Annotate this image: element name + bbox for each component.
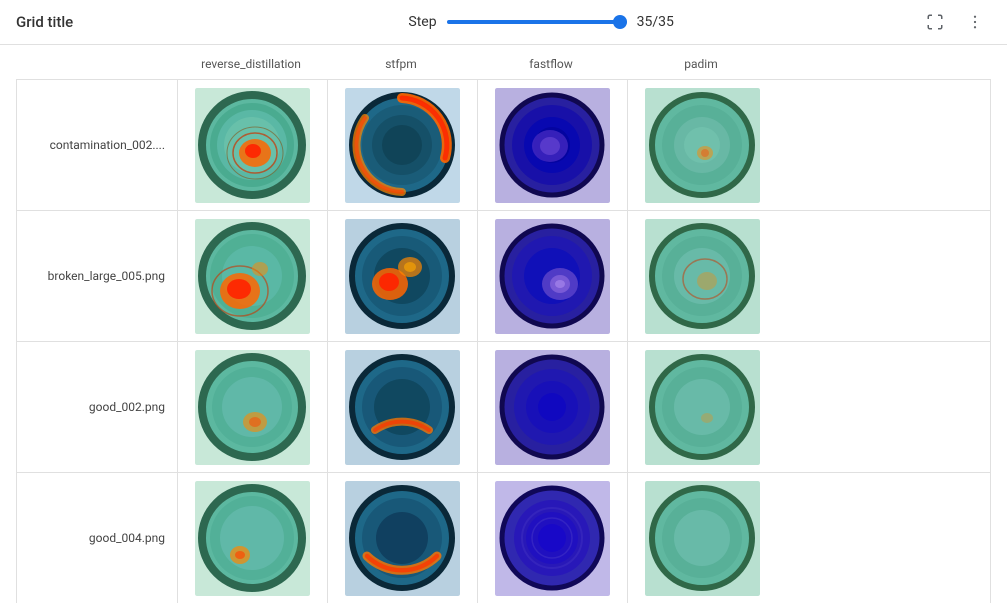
cell-padim-contamination bbox=[627, 80, 777, 210]
heatmap-padim-good004 bbox=[645, 481, 760, 596]
col-header-stfpm: stfpm bbox=[326, 57, 476, 71]
heatmap-stfpm-broken bbox=[345, 219, 460, 334]
heatmap-ff-good004 bbox=[495, 481, 610, 596]
cell-rd-broken bbox=[177, 211, 327, 341]
heatmap-rd-good004 bbox=[195, 481, 310, 596]
heatmap-rd-good002 bbox=[195, 350, 310, 465]
row-cells bbox=[177, 342, 777, 472]
step-label: Step bbox=[408, 14, 436, 30]
step-value: 35/35 bbox=[637, 14, 677, 30]
row-label-broken: broken_large_005.png bbox=[17, 269, 177, 283]
heatmap-ff-contamination bbox=[495, 88, 610, 203]
more-options-button[interactable] bbox=[959, 6, 991, 38]
heatmap-ff-broken bbox=[495, 219, 610, 334]
heatmap-ff-good002 bbox=[495, 350, 610, 465]
grid-container: reverse_distillation stfpm fastflow padi… bbox=[0, 45, 1007, 603]
cell-padim-good002 bbox=[627, 342, 777, 472]
cell-rd-good004 bbox=[177, 473, 327, 603]
table-row: contamination_002.... bbox=[17, 80, 990, 211]
heatmap-rd-broken bbox=[195, 219, 310, 334]
col-header-ff: fastflow bbox=[476, 57, 626, 71]
table-row: good_004.png bbox=[17, 473, 990, 603]
heatmap-padim-good002 bbox=[645, 350, 760, 465]
cell-ff-good004 bbox=[477, 473, 627, 603]
heatmap-stfpm-contamination bbox=[345, 88, 460, 203]
heatmap-stfpm-good002 bbox=[345, 350, 460, 465]
grid-body: contamination_002.... bbox=[16, 79, 991, 603]
col-header-rd: reverse_distillation bbox=[176, 57, 326, 71]
table-row: broken_large_005.png bbox=[17, 211, 990, 342]
cell-stfpm-broken bbox=[327, 211, 477, 341]
row-label-contamination: contamination_002.... bbox=[17, 138, 177, 152]
heatmap-padim-contamination bbox=[645, 88, 760, 203]
row-cells bbox=[177, 473, 777, 603]
header: Grid title Step 35/35 bbox=[0, 0, 1007, 45]
grid-title: Grid title bbox=[16, 13, 166, 31]
header-actions bbox=[919, 6, 991, 38]
heatmap-padim-broken bbox=[645, 219, 760, 334]
cell-stfpm-good002 bbox=[327, 342, 477, 472]
table-row: good_002.png bbox=[17, 342, 990, 473]
cell-ff-good002 bbox=[477, 342, 627, 472]
step-control: Step 35/35 bbox=[166, 14, 919, 30]
row-cells bbox=[177, 80, 777, 210]
cell-rd-contamination bbox=[177, 80, 327, 210]
cell-ff-contamination bbox=[477, 80, 627, 210]
row-label-good002: good_002.png bbox=[17, 400, 177, 414]
cell-padim-broken bbox=[627, 211, 777, 341]
column-headers: reverse_distillation stfpm fastflow padi… bbox=[176, 45, 991, 79]
step-slider[interactable] bbox=[447, 20, 627, 24]
cell-ff-broken bbox=[477, 211, 627, 341]
cell-padim-good004 bbox=[627, 473, 777, 603]
row-cells bbox=[177, 211, 777, 341]
col-header-padim: padim bbox=[626, 57, 776, 71]
heatmap-stfpm-good004 bbox=[345, 481, 460, 596]
row-label-good004: good_004.png bbox=[17, 531, 177, 545]
cell-rd-good002 bbox=[177, 342, 327, 472]
heatmap-rd-contamination bbox=[195, 88, 310, 203]
cell-stfpm-contamination bbox=[327, 80, 477, 210]
cell-stfpm-good004 bbox=[327, 473, 477, 603]
fullscreen-button[interactable] bbox=[919, 6, 951, 38]
